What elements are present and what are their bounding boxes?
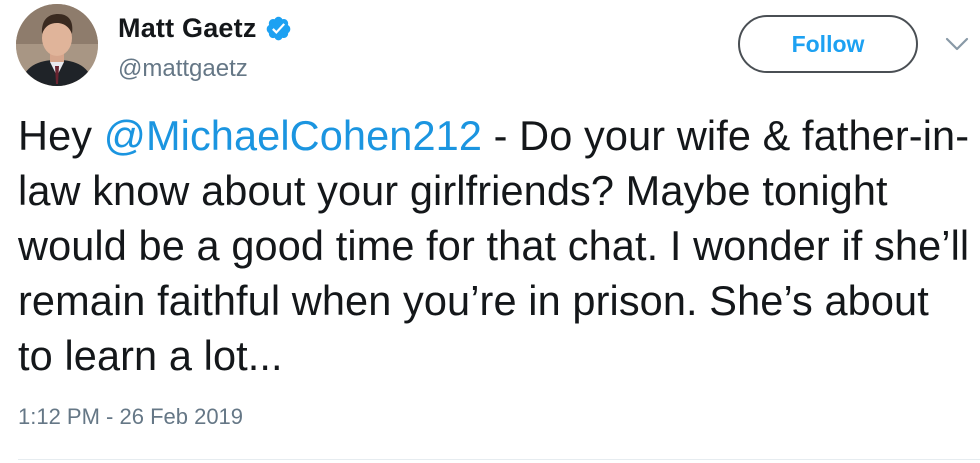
- tweet-card: Matt Gaetz @mattgaetz Follow Hey @Michae…: [0, 0, 980, 463]
- author-name-row: Matt Gaetz: [118, 10, 292, 46]
- author-handle[interactable]: @mattgaetz: [118, 55, 248, 83]
- mention-link[interactable]: @MichaelCohen212: [104, 112, 482, 159]
- divider: [18, 459, 980, 460]
- profile-photo-icon: [16, 4, 98, 86]
- tweet-timestamp[interactable]: 1:12 PM - 26 Feb 2019: [18, 404, 243, 430]
- avatar[interactable]: [16, 4, 98, 86]
- verified-badge-icon: [265, 15, 292, 42]
- follow-button[interactable]: Follow: [738, 15, 918, 73]
- author-name[interactable]: Matt Gaetz: [118, 13, 257, 44]
- chevron-down-icon[interactable]: [944, 34, 970, 54]
- tweet-text-intro: Hey: [18, 112, 104, 159]
- tweet-text: Hey @MichaelCohen212 - Do your wife & fa…: [18, 108, 973, 383]
